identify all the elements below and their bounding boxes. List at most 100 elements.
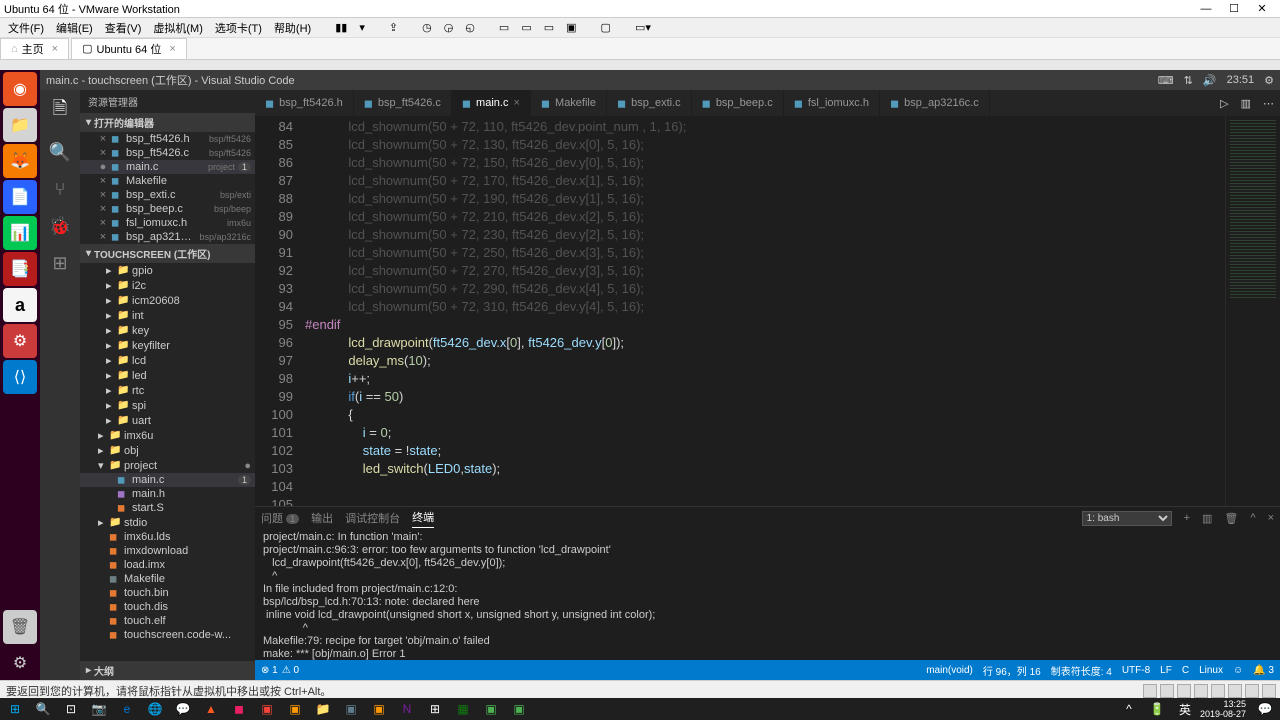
app-icon[interactable]: ▲ [198, 699, 224, 719]
device-icon[interactable] [1211, 684, 1225, 698]
scm-icon[interactable]: ⑂ [55, 179, 66, 200]
split-terminal-icon[interactable]: ▥ [1202, 512, 1212, 525]
tree-folder[interactable]: ▸📁gpio [80, 263, 255, 278]
device-icon[interactable] [1143, 684, 1157, 698]
tree-folder[interactable]: ▸📁uart [80, 413, 255, 428]
explorer-icon[interactable]: 🗎 [53, 96, 67, 126]
app-icon[interactable]: ▣ [478, 699, 504, 719]
status-pos[interactable]: 行 96，列 16 [983, 663, 1041, 678]
maximize-panel-icon[interactable]: ^ [1250, 512, 1255, 524]
menu-vm[interactable]: 虚拟机(M) [147, 20, 209, 36]
status-bell[interactable]: 🔔 3 [1253, 665, 1274, 676]
tree-folder[interactable]: ▸📁lcd [80, 353, 255, 368]
software-icon[interactable]: ⚙ [3, 324, 37, 358]
keyboard-icon[interactable]: ⌨ [1158, 74, 1174, 87]
tree-file[interactable]: ◼touch.dis [80, 600, 255, 614]
device-icon[interactable] [1228, 684, 1242, 698]
tree-file[interactable]: ◼main.c1 [80, 473, 255, 487]
battery-icon[interactable]: 🔋 [1144, 699, 1170, 719]
app-icon[interactable]: ▣ [506, 699, 532, 719]
settings-icon[interactable]: ⚙ [3, 646, 37, 680]
taskbar-clock[interactable]: 13:252019-08-27 [1200, 699, 1250, 719]
menu-view[interactable]: 查看(V) [99, 20, 148, 36]
view2-icon[interactable]: ▭ [515, 21, 537, 34]
snapshot-icon[interactable]: ◶ [438, 21, 460, 34]
new-terminal-icon[interactable]: + [1184, 512, 1190, 524]
split-icon[interactable]: ▥ [1235, 90, 1257, 116]
editor-tab[interactable]: ◼bsp_beep.c [692, 90, 784, 116]
open-editor-item[interactable]: ×◼bsp_exti.cbsp/exti [80, 188, 255, 202]
device-icon[interactable] [1245, 684, 1259, 698]
terminal-tab[interactable]: 终端 [412, 509, 434, 528]
tree-file[interactable]: ◼imx6u.lds [80, 530, 255, 544]
onenote-icon[interactable]: N [394, 699, 420, 719]
editor-tab[interactable]: ◼fsl_iomuxc.h [784, 90, 880, 116]
code-area[interactable]: lcd_shownum(50 + 72, 110, ft5426_dev.poi… [305, 116, 1225, 506]
minimap[interactable] [1225, 116, 1280, 506]
status-func[interactable]: main(void) [926, 665, 973, 676]
tray-up-icon[interactable]: ^ [1116, 699, 1142, 719]
firefox-icon[interactable]: 🦊 [3, 144, 37, 178]
extensions-icon[interactable]: ⊞ [52, 253, 67, 274]
fullscreen-icon[interactable]: ▣ [560, 21, 582, 34]
vmware-tab-home[interactable]: ⌂ 主页 × [0, 38, 69, 60]
calc-icon[interactable]: ⊞ [422, 699, 448, 719]
tree-folder[interactable]: ▸📁stdio [80, 515, 255, 530]
dash-icon[interactable]: ◉ [3, 72, 37, 106]
gear-icon[interactable]: ⚙ [1264, 74, 1274, 87]
tree-file[interactable]: ◼touch.elf [80, 614, 255, 628]
output-tab[interactable]: 输出 [311, 510, 333, 526]
vscode-icon[interactable]: ⟨⟩ [3, 360, 37, 394]
tree-folder[interactable]: ▸📁key [80, 323, 255, 338]
tree-file[interactable]: ◼Makefile [80, 572, 255, 586]
status-os[interactable]: Linux [1199, 665, 1223, 676]
app-icon[interactable]: ▣ [366, 699, 392, 719]
device-icon[interactable] [1160, 684, 1174, 698]
open-editor-item[interactable]: ×◼bsp_ft5426.cbsp/ft5426 [80, 146, 255, 160]
minimize-button[interactable]: — [1192, 3, 1220, 15]
library-icon[interactable]: ▭▾ [629, 21, 657, 34]
clock-icon[interactable]: ◷ [416, 21, 438, 34]
tree-folder[interactable]: ▸📁led [80, 368, 255, 383]
tree-folder[interactable]: ▸📁spi [80, 398, 255, 413]
tree-file[interactable]: ◼main.h [80, 487, 255, 501]
open-editors-section[interactable]: ▾ 打开的编辑器 [80, 113, 255, 132]
close-button[interactable]: ✕ [1248, 2, 1276, 15]
debug-console-tab[interactable]: 调试控制台 [345, 510, 400, 526]
start-icon[interactable]: ⊞ [2, 699, 28, 719]
trash-icon[interactable]: 🗑 [3, 610, 37, 644]
vmware-tab-ubuntu[interactable]: ▢ Ubuntu 64 位 × [71, 38, 187, 60]
tree-folder[interactable]: ▸📁imx6u [80, 428, 255, 443]
kill-terminal-icon[interactable]: 🗑 [1224, 512, 1238, 525]
taskview-icon[interactable]: ⊡ [58, 699, 84, 719]
pause-icon[interactable]: ▮▮ [329, 21, 353, 34]
menu-file[interactable]: 文件(F) [2, 20, 50, 36]
writer-icon[interactable]: 📄 [3, 180, 37, 214]
impress-icon[interactable]: 📑 [3, 252, 37, 286]
files-icon[interactable]: 📁 [3, 108, 37, 142]
tree-file[interactable]: ◼touchscreen.code-w... [80, 628, 255, 642]
workspace-section[interactable]: ▾ TOUCHSCREEN (工作区) [80, 244, 255, 263]
terminal-select[interactable]: 1: bash [1082, 511, 1172, 526]
more-icon[interactable]: ⋯ [1257, 90, 1280, 116]
tree-folder[interactable]: ▸📁i2c [80, 278, 255, 293]
problems-tab[interactable]: 问题 1 [261, 510, 299, 526]
status-indent[interactable]: 制表符长度: 4 [1051, 663, 1112, 678]
camera-icon[interactable]: 📷 [86, 699, 112, 719]
editor-tab[interactable]: ◼Makefile [531, 90, 607, 116]
close-icon[interactable]: × [52, 43, 58, 55]
editor-tab[interactable]: ◼bsp_exti.c [607, 90, 692, 116]
volume-icon[interactable]: 🔊 [1203, 74, 1217, 87]
open-editor-item[interactable]: ×◼Makefile [80, 174, 255, 188]
open-editor-item[interactable]: ×◼bsp_ft5426.hbsp/ft5426 [80, 132, 255, 146]
menu-tab[interactable]: 选项卡(T) [209, 20, 268, 36]
tree-folder[interactable]: ▸📁keyfilter [80, 338, 255, 353]
outline-section[interactable]: ▸ 大纲 [80, 661, 255, 680]
explorer-icon[interactable]: 📁 [310, 699, 336, 719]
tree-file[interactable]: ◼imxdownload [80, 544, 255, 558]
tree-folder[interactable]: ▸📁int [80, 308, 255, 323]
maximize-button[interactable]: ☐ [1220, 2, 1248, 15]
open-editor-item[interactable]: ●◼main.cproject1 [80, 160, 255, 174]
search-icon[interactable]: 🔍 [49, 142, 71, 163]
device-icon[interactable] [1194, 684, 1208, 698]
